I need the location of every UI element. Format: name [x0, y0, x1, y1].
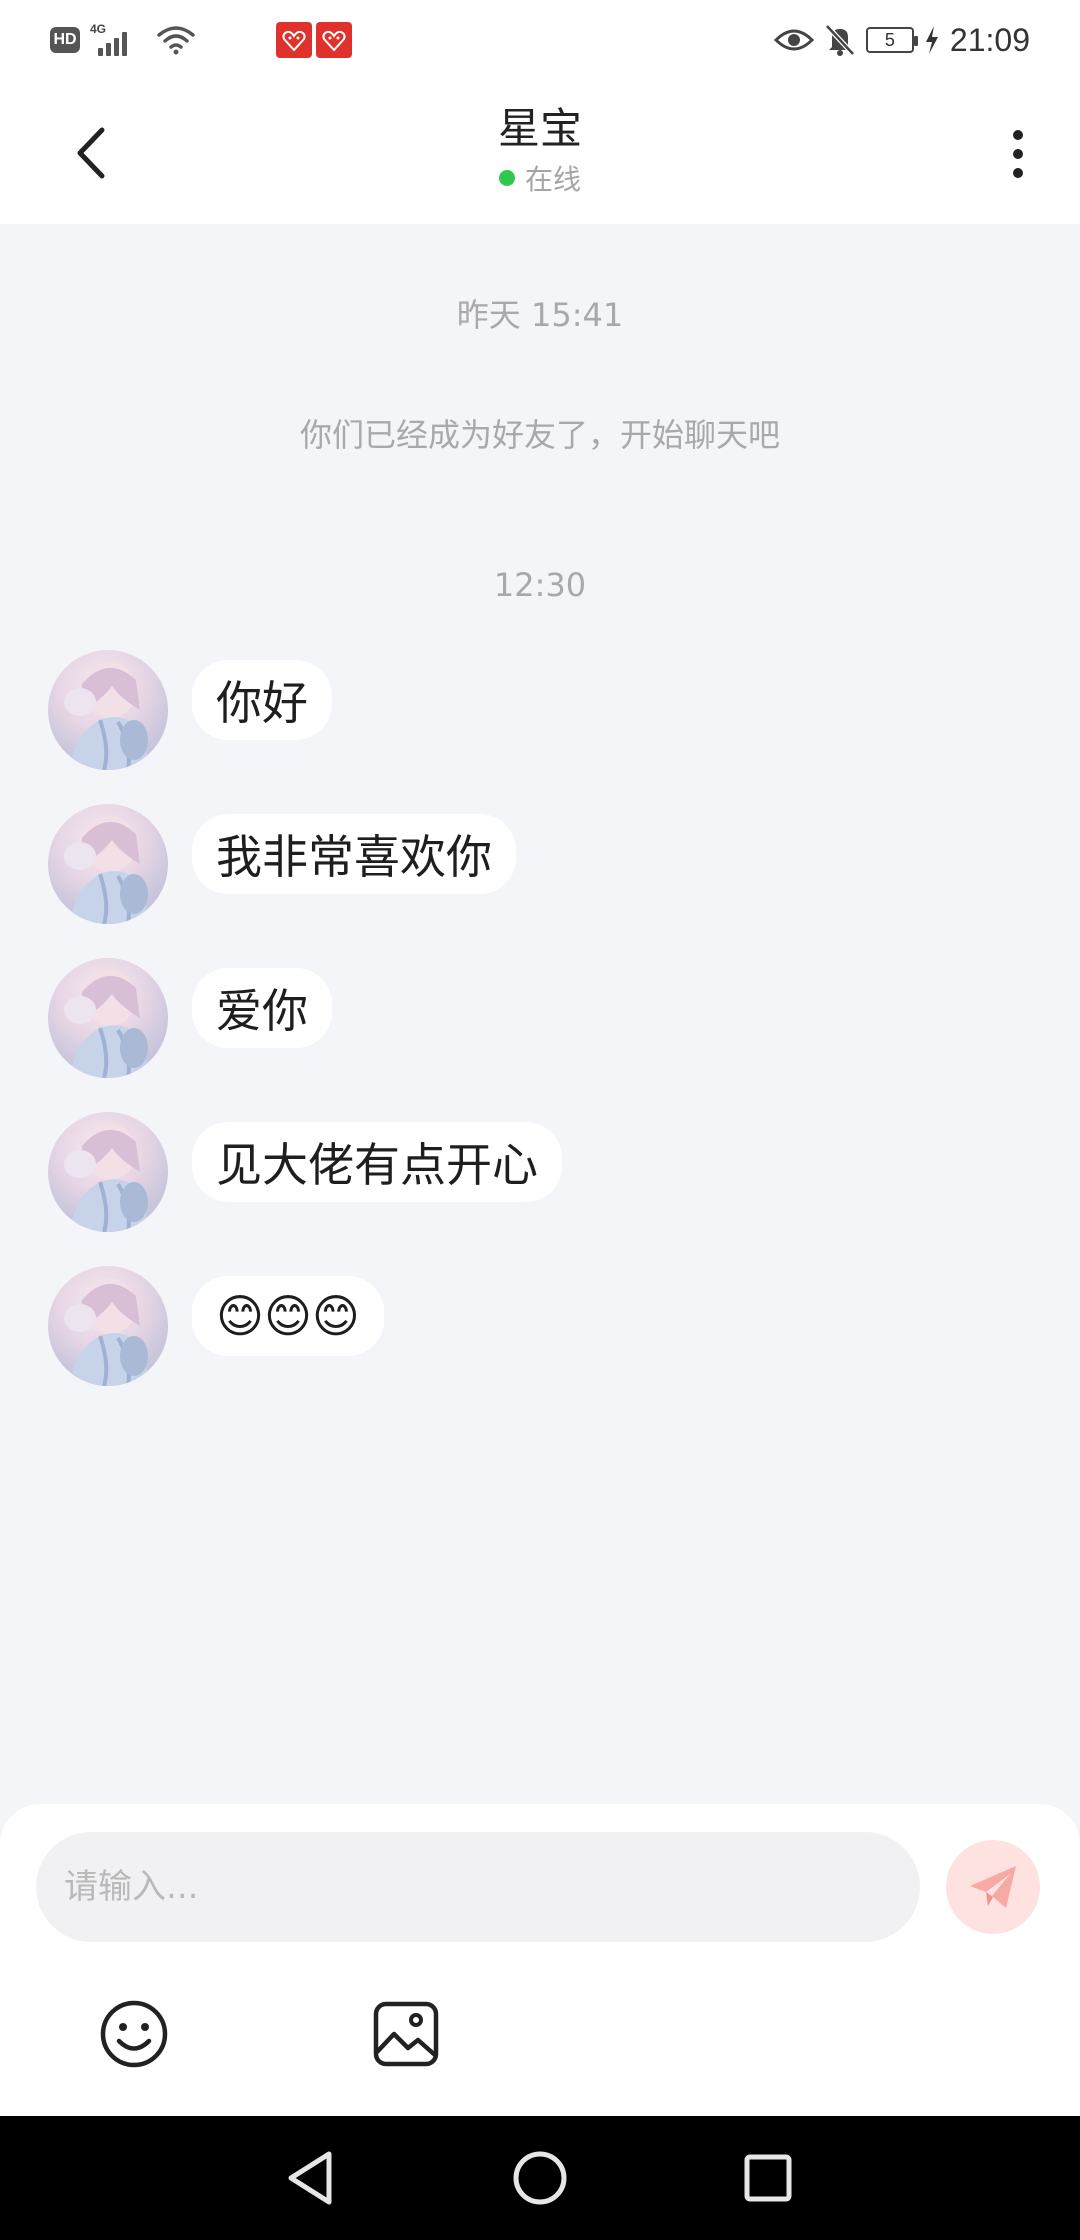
- image-button[interactable]: [366, 1994, 446, 2074]
- online-status-text: 在线: [524, 163, 581, 196]
- send-button[interactable]: [946, 1840, 1040, 1934]
- message-row: 你好: [48, 650, 332, 770]
- square-recents-icon: [744, 2154, 792, 2202]
- message-row: 爱你: [48, 958, 332, 1078]
- avatar-image: [64, 1278, 148, 1386]
- charging-icon: [925, 26, 938, 54]
- mute-bell-icon: [825, 24, 855, 56]
- gift-icon: [276, 22, 312, 58]
- hd-label: HD: [53, 31, 77, 48]
- nav-recents-button[interactable]: [736, 2146, 800, 2210]
- system-message: 你们已经成为好友了，开始聊天吧: [299, 416, 780, 454]
- system-nav-bar: [0, 2116, 1080, 2240]
- timestamp: 昨天 15:41: [456, 296, 624, 334]
- message-bubble[interactable]: 😊😊😊: [192, 1276, 384, 1356]
- status-left: HD 4G: [50, 20, 196, 60]
- battery-icon: 5: [865, 27, 918, 53]
- back-arrow-icon: [77, 127, 105, 179]
- status-right: 5 21:09: [773, 18, 1030, 62]
- avatar[interactable]: [48, 650, 168, 770]
- message-row: 见大佬有点开心: [48, 1112, 562, 1232]
- avatar[interactable]: [48, 1112, 168, 1232]
- circle-home-icon: [513, 2151, 567, 2205]
- image-icon: [373, 2001, 439, 2067]
- input-panel: [0, 1804, 1080, 2116]
- eye-icon: [773, 29, 814, 51]
- gift-icon: [316, 22, 352, 58]
- timestamp: 12:30: [493, 566, 587, 604]
- status-bar: HD 4G 5 21:09: [0, 0, 1080, 80]
- notification-icons: [276, 22, 352, 58]
- emoji-icon: [100, 2000, 168, 2068]
- message-bubble[interactable]: 爱你: [192, 968, 332, 1048]
- more-dot-icon: [1013, 149, 1023, 159]
- online-status: 在线: [340, 158, 740, 198]
- chat-header: 星宝 在线: [0, 80, 1080, 224]
- avatar-image: [64, 662, 148, 770]
- avatar[interactable]: [48, 1266, 168, 1386]
- online-dot-icon: [498, 170, 515, 186]
- avatar[interactable]: [48, 958, 168, 1078]
- nav-back-button[interactable]: [278, 2146, 342, 2210]
- battery-level: 5: [884, 29, 895, 50]
- avatar-image: [64, 970, 148, 1078]
- message-input[interactable]: [36, 1832, 920, 1942]
- avatar-image: [64, 816, 148, 924]
- hd-icon: HD: [50, 27, 80, 53]
- more-options-button[interactable]: [998, 124, 1038, 184]
- emoji-button[interactable]: [94, 1994, 174, 2074]
- message-bubble[interactable]: 你好: [192, 660, 332, 740]
- nav-home-button[interactable]: [508, 2146, 572, 2210]
- send-icon: [970, 1866, 1016, 1908]
- contact-name: 星宝: [497, 104, 582, 153]
- contact-info: 星宝 在线: [340, 102, 740, 198]
- signal-icon: 4G: [88, 20, 144, 60]
- wifi-icon: [157, 26, 195, 55]
- triangle-back-icon: [288, 2151, 332, 2205]
- more-dot-icon: [1013, 130, 1023, 140]
- message-bubble[interactable]: 我非常喜欢你: [192, 814, 516, 894]
- more-dot-icon: [1013, 168, 1023, 178]
- message-row: 我非常喜欢你: [48, 804, 516, 924]
- avatar[interactable]: [48, 804, 168, 924]
- back-button[interactable]: [60, 118, 120, 188]
- avatar-image: [64, 1124, 148, 1232]
- message-row: 😊😊😊: [48, 1266, 384, 1386]
- message-bubble[interactable]: 见大佬有点开心: [192, 1122, 562, 1202]
- message-list[interactable]: 昨天 15:41 你们已经成为好友了，开始聊天吧 12:30 你好 我非常喜欢你…: [0, 224, 1080, 1804]
- clock: 21:09: [949, 21, 1030, 58]
